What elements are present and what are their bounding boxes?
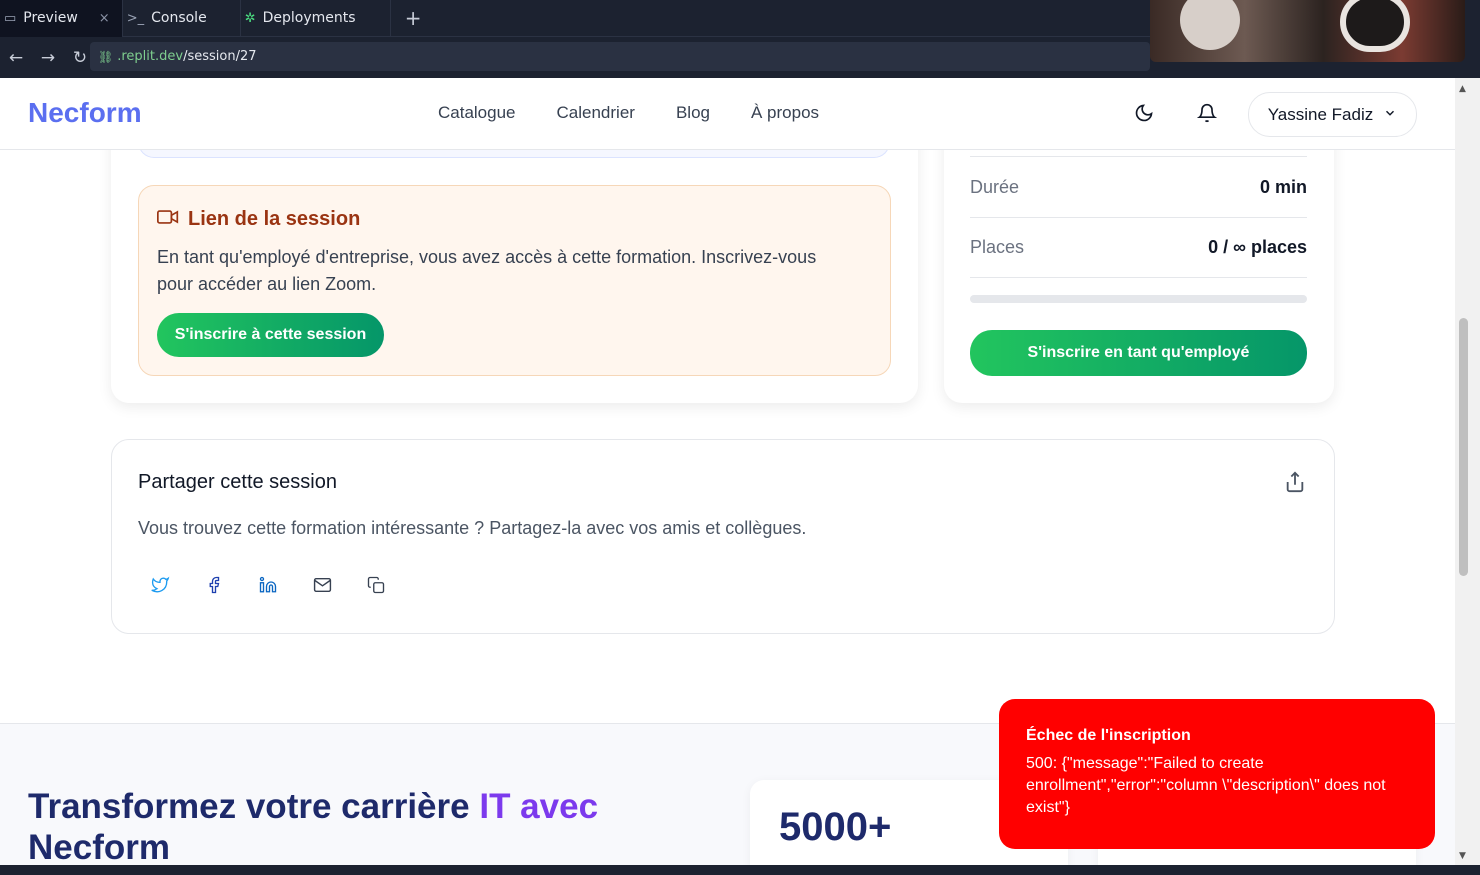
preview-viewport: Necform Catalogue Calendrier Blog À prop…: [0, 78, 1455, 865]
mail-icon[interactable]: [311, 574, 333, 596]
info-row-places: Places 0 / ∞ places: [970, 218, 1307, 278]
info-row-duration: Durée 0 min: [970, 158, 1307, 218]
user-name: Yassine Fadiz: [1267, 104, 1374, 124]
add-tab-button[interactable]: +: [391, 6, 436, 30]
places-progress-bar: [970, 295, 1307, 303]
twitter-icon[interactable]: [149, 574, 171, 596]
register-employee-button[interactable]: S'inscrire en tant qu'employé: [970, 330, 1307, 376]
nav-calendrier[interactable]: Calendrier: [557, 103, 635, 123]
share-title: Partager cette session: [138, 471, 337, 493]
back-icon[interactable]: ←: [0, 48, 32, 68]
register-session-button[interactable]: S'inscrire à cette session: [157, 313, 384, 357]
toast-title: Échec de l'inscription: [1026, 727, 1191, 744]
facebook-icon[interactable]: [203, 574, 225, 596]
error-toast[interactable]: Échec de l'inscription 500: {"message":"…: [999, 699, 1435, 849]
scroll-up-icon[interactable]: ▲: [1459, 84, 1466, 94]
tab-label: Console: [151, 10, 207, 26]
nav-catalogue[interactable]: Catalogue: [438, 103, 516, 123]
tab-console[interactable]: >_ Console: [123, 0, 241, 37]
user-menu-button[interactable]: Yassine Fadiz: [1248, 92, 1417, 137]
share-buttons: [149, 574, 387, 596]
cta-title-part1: Transformez votre carrière: [28, 787, 470, 826]
video-overlay[interactable]: [1150, 0, 1465, 62]
linkedin-icon[interactable]: [257, 574, 279, 596]
url-input[interactable]: ⛓ .replit.dev/session/27: [90, 42, 1150, 71]
site-header: Necform Catalogue Calendrier Blog À prop…: [0, 78, 1455, 150]
scrollbar-thumb[interactable]: [1459, 318, 1468, 576]
copy-icon[interactable]: [365, 574, 387, 596]
cta-title-part2: IT avec: [479, 787, 599, 826]
tab-deployments[interactable]: ✲ Deployments: [241, 0, 391, 37]
session-link-title-text: Lien de la session: [188, 208, 361, 230]
video-camera-icon: [157, 208, 179, 231]
window-bottom-edge: [0, 865, 1480, 875]
main-nav: Catalogue Calendrier Blog À propos: [438, 103, 819, 123]
forward-icon[interactable]: →: [32, 48, 64, 68]
chevron-down-icon: [1383, 105, 1397, 125]
video-person-right: [1340, 0, 1410, 52]
ide-scrollbar[interactable]: [1465, 0, 1480, 78]
session-link-title: Lien de la session: [157, 208, 360, 231]
tab-label: Preview: [23, 10, 78, 26]
video-person-left: [1180, 0, 1240, 50]
share-icon[interactable]: [1284, 470, 1306, 494]
stat-number: 5000+: [779, 805, 892, 849]
places-value: 0 / ∞ places: [1208, 237, 1307, 257]
nav-blog[interactable]: Blog: [676, 103, 710, 123]
scroll-down-icon[interactable]: ▼: [1459, 851, 1466, 861]
monitor-icon: ▭: [4, 10, 17, 26]
toast-message: 500: {"message":"Failed to create enroll…: [1026, 755, 1386, 816]
page-scrollbar[interactable]: ▲ ▼: [1455, 78, 1480, 865]
session-link-text: En tant qu'employé d'entreprise, vous av…: [157, 247, 817, 294]
nav-a-propos[interactable]: À propos: [751, 103, 819, 123]
tab-preview[interactable]: ▭ Preview ×: [0, 0, 123, 37]
url-host: .replit.dev: [117, 49, 184, 64]
close-icon[interactable]: ×: [99, 11, 110, 26]
places-label: Places: [970, 237, 1025, 257]
moon-icon[interactable]: [1133, 103, 1155, 125]
terminal-icon: >_: [126, 10, 145, 26]
bell-icon[interactable]: [1196, 103, 1218, 125]
duration-label: Durée: [970, 177, 1020, 197]
duration-value: 0 min: [1259, 177, 1307, 197]
cta-title-part3: Necform: [28, 828, 170, 865]
site-logo[interactable]: Necform: [28, 97, 142, 129]
cta-title: Transformez votre carrière IT avec Necfo…: [28, 786, 728, 865]
share-text: Vous trouvez cette formation intéressant…: [138, 518, 807, 538]
link-icon: ⛓: [98, 49, 114, 64]
url-path: /session/27: [183, 49, 257, 64]
deploy-icon: ✲: [244, 10, 256, 26]
tab-label: Deployments: [262, 10, 356, 26]
